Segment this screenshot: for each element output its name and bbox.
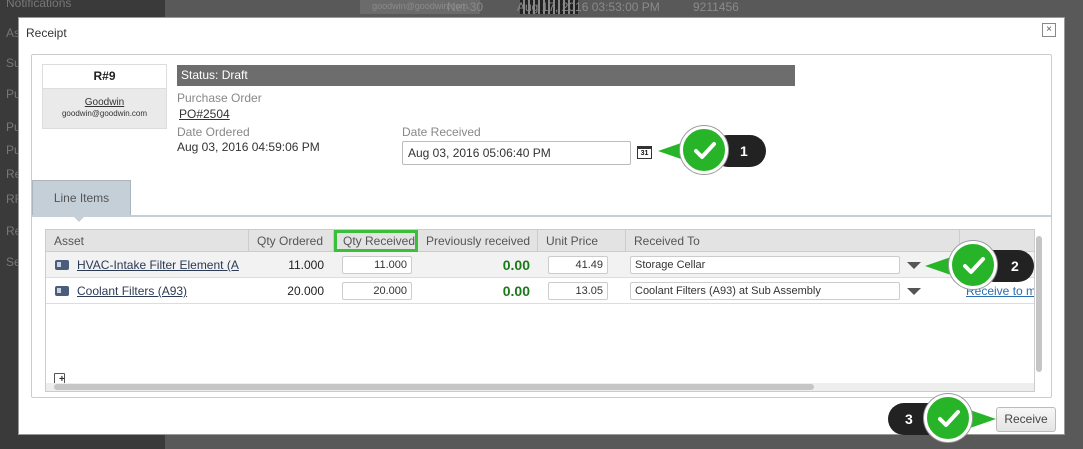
- qty-received-input[interactable]: 11.000: [342, 256, 412, 274]
- received-to-select[interactable]: Coolant Filters (A93) at Sub Assembly: [630, 282, 900, 300]
- checkmark-icon: [949, 241, 997, 289]
- horizontal-scrollbar[interactable]: [46, 383, 1034, 391]
- date-received-field[interactable]: Aug 03, 2016 05:06:40 PM: [402, 141, 631, 165]
- date-ordered-value: Aug 03, 2016 04:59:06 PM: [177, 140, 320, 154]
- purchase-order-label: Purchase Order: [177, 91, 262, 105]
- receipt-number: R#9: [43, 65, 166, 89]
- receive-button[interactable]: Receive: [996, 407, 1056, 432]
- background-terms: Net-30: [447, 0, 484, 14]
- column-header-qty-ordered[interactable]: Qty Ordered: [249, 230, 334, 252]
- step-number: 1: [740, 143, 748, 159]
- qty-ordered: 20.000: [287, 284, 324, 298]
- tab-line-items[interactable]: Line Items: [32, 180, 131, 222]
- line-items-grid: Asset Qty Ordered Qty Received Previousl…: [45, 229, 1035, 392]
- purchase-order-link[interactable]: PO#2504: [179, 107, 230, 121]
- pointer-arrow: [925, 257, 951, 275]
- unit-price-input[interactable]: 13.05: [548, 282, 608, 300]
- column-header-qty-received[interactable]: Qty Received: [334, 230, 418, 252]
- receipt-dialog: Receipt × R#9 Goodwin goodwin@goodwin.co…: [18, 17, 1065, 435]
- nav-item[interactable]: Notifications: [6, 0, 71, 10]
- checkmark-icon: [680, 126, 728, 174]
- date-received-label: Date Received: [402, 125, 481, 139]
- asset-link[interactable]: HVAC-Intake Filter Element (A: [77, 252, 247, 278]
- column-header-previously-received[interactable]: Previously received: [418, 230, 538, 252]
- chevron-down-icon[interactable]: [907, 288, 921, 295]
- received-to-select[interactable]: Storage Cellar: [630, 256, 900, 274]
- vendor-card: R#9 Goodwin goodwin@goodwin.com: [42, 64, 167, 129]
- unit-price-input[interactable]: 41.49: [548, 256, 608, 274]
- asset-icon: [55, 286, 69, 296]
- table-row: Coolant Filters (A93) 20.000 20.000 0.00…: [46, 278, 1034, 304]
- column-header-unit-price[interactable]: Unit Price: [538, 230, 626, 252]
- asset-link[interactable]: Coolant Filters (A93): [77, 278, 247, 304]
- background-date: Aug 17, 2016 03:53:00 PM: [517, 0, 660, 14]
- vertical-scrollbar[interactable]: [1035, 236, 1043, 376]
- qty-received-input[interactable]: 20.000: [342, 282, 412, 300]
- previously-received: 0.00: [502, 257, 530, 273]
- tab-underline: [32, 215, 1051, 217]
- qty-ordered: 11.000: [288, 258, 324, 272]
- close-icon[interactable]: ×: [1042, 23, 1056, 37]
- vendor-email: goodwin@goodwin.com: [61, 109, 148, 118]
- step-number: 2: [1011, 258, 1019, 274]
- date-ordered-label: Date Ordered: [177, 125, 250, 139]
- vendor-name-link[interactable]: Goodwin: [43, 97, 166, 108]
- background-id: 9211456: [693, 0, 739, 14]
- table-row: HVAC-Intake Filter Element (A 11.000 11.…: [46, 252, 1034, 278]
- scrollbar-thumb[interactable]: [54, 384, 814, 390]
- chevron-down-icon[interactable]: [907, 262, 921, 269]
- column-header-received-to[interactable]: Received To: [626, 230, 960, 252]
- asset-icon: [55, 260, 69, 270]
- receipt-panel: R#9 Goodwin goodwin@goodwin.com Status: …: [31, 54, 1052, 398]
- dialog-title: Receipt: [26, 26, 67, 40]
- status-bar: Status: Draft: [177, 65, 795, 86]
- pointer-arrow: [970, 410, 996, 428]
- calendar-icon[interactable]: 31: [637, 146, 652, 159]
- grid-header: Asset Qty Ordered Qty Received Previousl…: [46, 230, 1034, 252]
- previously-received: 0.00: [502, 283, 530, 299]
- checkmark-icon: [924, 394, 972, 442]
- scrollbar-thumb[interactable]: [1036, 236, 1042, 372]
- column-header-asset[interactable]: Asset: [46, 230, 249, 252]
- step-number: 3: [905, 411, 913, 427]
